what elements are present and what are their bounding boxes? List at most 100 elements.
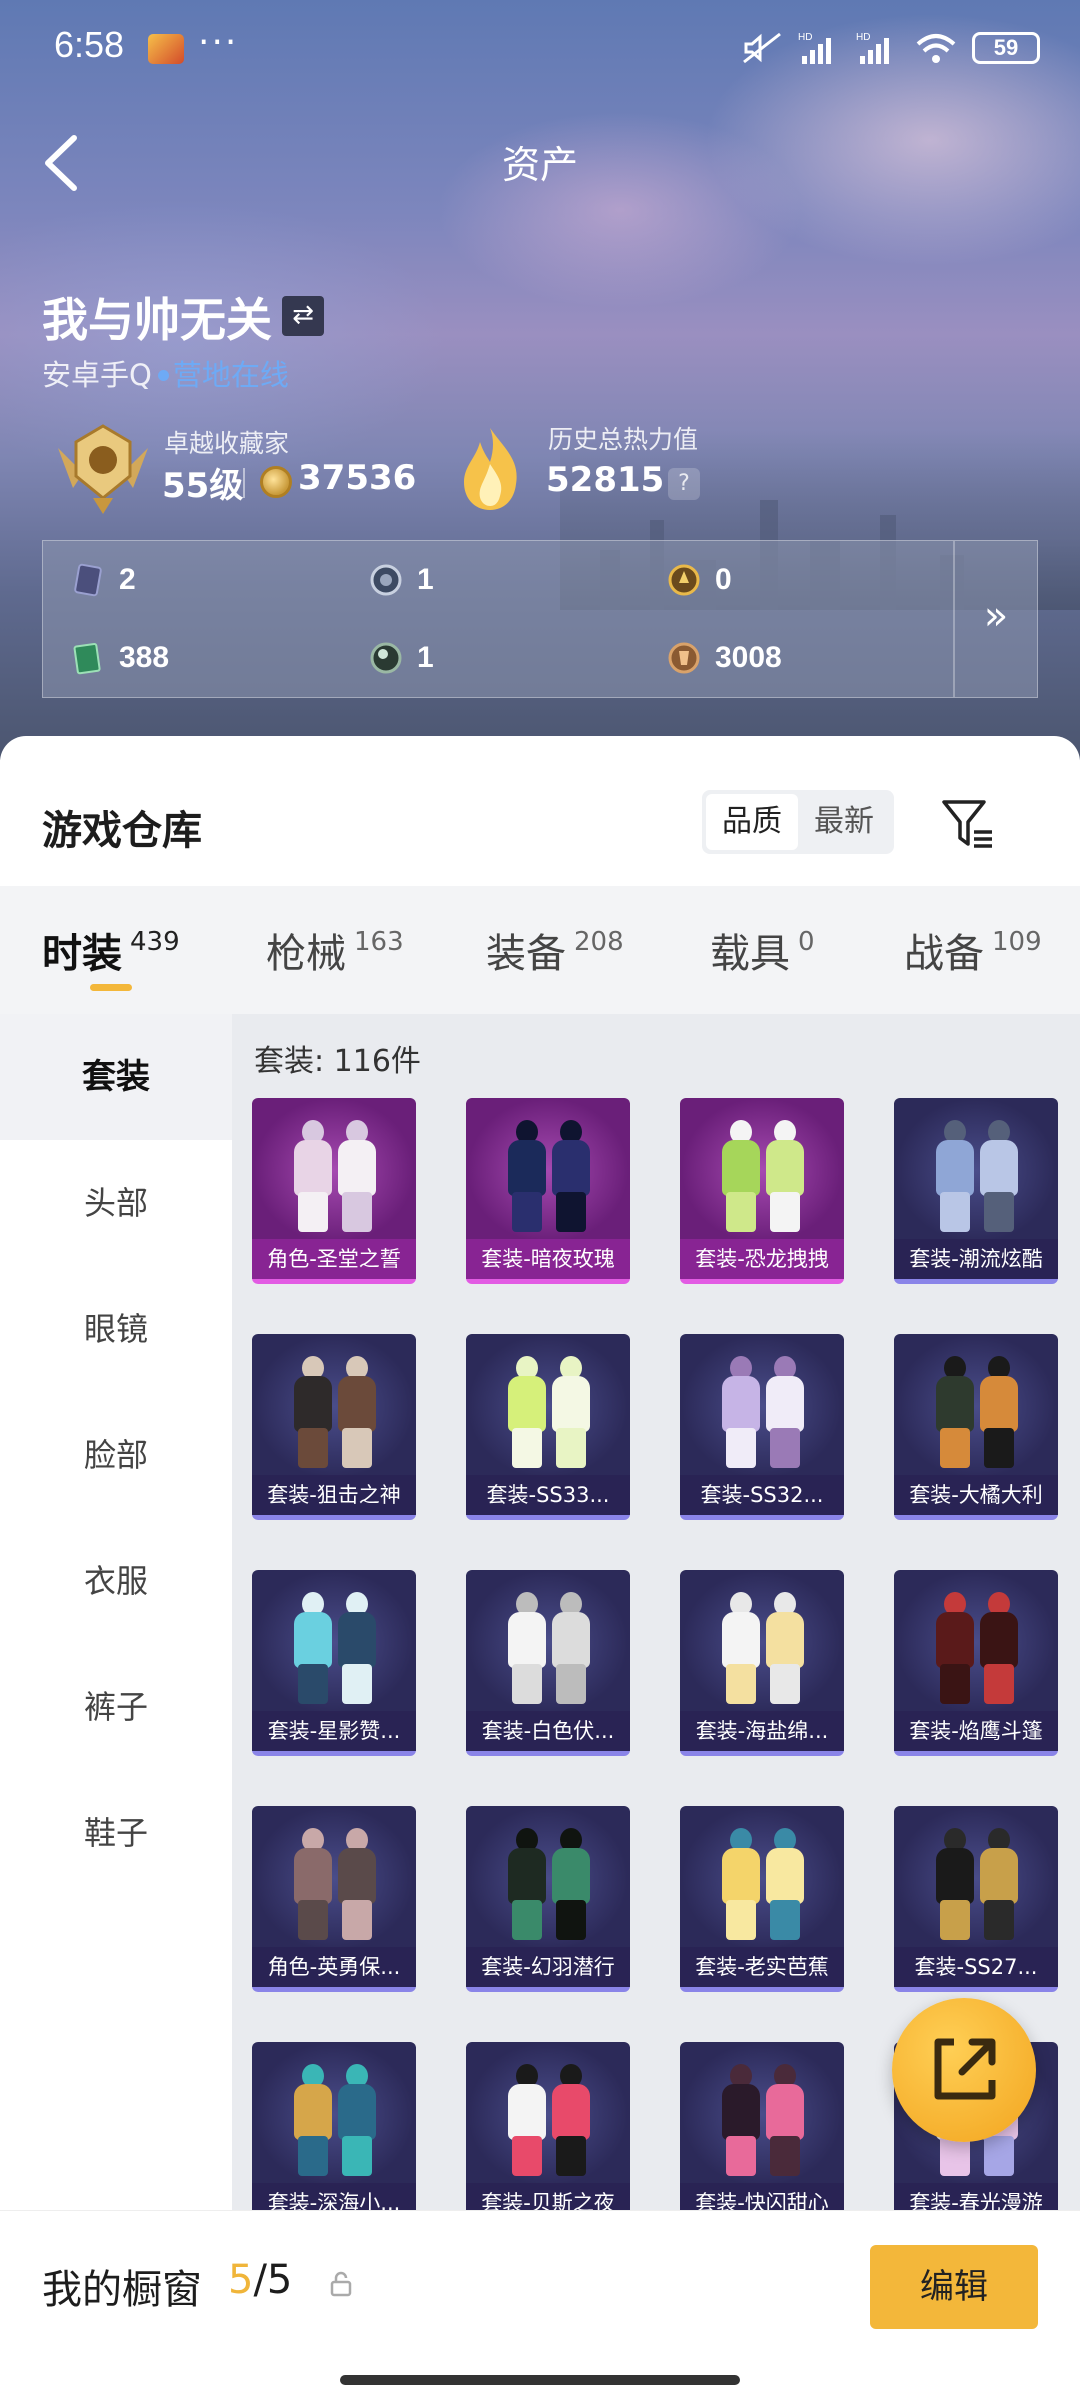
item-label: 套装-幻羽潜行 (466, 1947, 630, 1987)
item-label: 套装-大橘大利 (894, 1475, 1058, 1515)
item-label: 套装-SS32... (680, 1475, 844, 1515)
item-card[interactable]: 套装-潮流炫酷 (894, 1098, 1058, 1284)
status-bar: 6:58 ··· HD HD 59 (0, 0, 1080, 100)
item-label: 套装-潮流炫酷 (894, 1239, 1058, 1279)
lock-icon (330, 2271, 352, 2297)
item-label: 套装-焰鹰斗篷 (894, 1711, 1058, 1751)
subcategory-list: 套装 头部 眼镜 脸部 衣服 裤子 鞋子 (0, 1014, 232, 2214)
subcat-suits[interactable]: 套装 (0, 1014, 232, 1140)
item-label: 套装-星影赞... (252, 1711, 416, 1751)
category-tabs: 时装 439 枪械 163 装备 208 载具 0 战备 109 (0, 886, 1080, 1014)
subcat-pants[interactable]: 裤子 (0, 1644, 232, 1770)
item-card[interactable]: 套装-深海小... (252, 2042, 416, 2214)
bronze-coin-icon (668, 642, 700, 674)
tab-fashion[interactable]: 时装 439 (42, 886, 180, 1014)
currency-panel[interactable]: 2 1 0 388 1 3008 » (42, 540, 1038, 698)
tab-vehicles[interactable]: 载具 0 (710, 886, 815, 1014)
platform-label: 安卓手Q (42, 358, 152, 392)
svg-text:HD: HD (856, 32, 870, 43)
item-card[interactable]: 套装-海盐绵... (680, 1570, 844, 1756)
item-label: 套装-白色伏... (466, 1711, 630, 1751)
subcat-face[interactable]: 脸部 (0, 1392, 232, 1518)
currency-item: 388 (71, 641, 169, 675)
item-card[interactable]: 套装-狙击之神 (252, 1334, 416, 1520)
item-label: 套装-狙击之神 (252, 1475, 416, 1515)
signal-icon-2: HD (856, 32, 889, 64)
item-card[interactable]: 角色-英勇保... (252, 1806, 416, 1992)
platform-status: 安卓手Q 营地在线 (42, 352, 289, 394)
wifi-icon (916, 34, 956, 63)
switch-account-icon[interactable]: ⇄ (282, 296, 324, 336)
ticket-icon (73, 642, 101, 675)
item-card[interactable]: 套装-幻羽潜行 (466, 1806, 630, 1992)
tab-firearms[interactable]: 枪械 163 (266, 886, 404, 1014)
item-card[interactable]: 套装-恐龙拽拽 (680, 1098, 844, 1284)
collector-points: 37536 (298, 458, 417, 498)
heat-value: 52815 (546, 460, 665, 500)
online-status: 营地在线 (172, 358, 289, 392)
collector-level: 55级 (162, 466, 244, 506)
currency-more-button[interactable]: » (953, 541, 1037, 697)
sort-toggle: 品质 最新 (702, 790, 894, 854)
item-card[interactable]: 角色-圣堂之誓 (252, 1098, 416, 1284)
currency-item: 3008 (667, 641, 782, 675)
flame-icon (464, 428, 517, 510)
item-card[interactable]: 套装-白色伏... (466, 1570, 630, 1756)
item-card[interactable]: 套装-SS32... (680, 1334, 844, 1520)
subcat-head[interactable]: 头部 (0, 1140, 232, 1266)
item-card[interactable]: 套装-暗夜玫瑰 (466, 1098, 630, 1284)
subcat-glasses[interactable]: 眼镜 (0, 1266, 232, 1392)
online-dot-icon (157, 369, 169, 381)
mute-icon (743, 32, 781, 64)
svg-text:HD: HD (798, 32, 812, 43)
currency-item: 1 (369, 563, 434, 597)
signal-icon: HD (798, 32, 831, 64)
collection-coin-icon (260, 466, 292, 498)
item-card[interactable]: 套装-SS27... (894, 1806, 1058, 1992)
item-card[interactable]: 套装-快闪甜心 (680, 2042, 844, 2214)
item-count: 套装: 116件 (254, 1044, 421, 1079)
filter-icon[interactable] (940, 796, 996, 852)
tab-supplies[interactable]: 战备 109 (904, 886, 1042, 1014)
currency-item: 1 (369, 641, 434, 675)
showcase-count: 5/5 (228, 2257, 293, 2303)
item-card[interactable]: 套装-SS33... (466, 1334, 630, 1520)
item-card[interactable]: 套装-贝斯之夜 (466, 2042, 630, 2214)
card-icon (74, 563, 102, 597)
item-label: 套装-海盐绵... (680, 1711, 844, 1751)
showcase-title: 我的橱窗 (42, 2267, 202, 2313)
heat-label: 历史总热力值 (548, 425, 699, 454)
item-card[interactable]: 套装-焰鹰斗篷 (894, 1570, 1058, 1756)
more-notifications-icon: ··· (198, 22, 239, 63)
item-card[interactable]: 套装-大橘大利 (894, 1334, 1058, 1520)
home-indicator (340, 2375, 740, 2385)
subcat-clothes[interactable]: 衣服 (0, 1518, 232, 1644)
game-app-icon (148, 34, 184, 64)
item-label: 角色-圣堂之誓 (252, 1239, 416, 1279)
gold-token-icon (668, 564, 700, 596)
collector-medal-icon[interactable] (48, 418, 158, 518)
item-label: 套装-暗夜玫瑰 (466, 1239, 630, 1279)
sort-quality[interactable]: 品质 (706, 794, 798, 850)
item-label: 角色-英勇保... (252, 1947, 416, 1987)
showcase-bar: 我的橱窗 5/5 编辑 (0, 2210, 1080, 2400)
orb-icon (370, 642, 402, 674)
tab-equipment[interactable]: 装备 208 (486, 886, 624, 1014)
warehouse-title: 游戏仓库 (42, 808, 202, 854)
item-label: 套装-恐龙拽拽 (680, 1239, 844, 1279)
currency-item: 0 (667, 563, 732, 597)
item-label: 套装-老实芭蕉 (680, 1947, 844, 1987)
edit-showcase-button[interactable]: 编辑 (870, 2245, 1038, 2329)
share-icon (934, 2038, 996, 2100)
divider (243, 468, 245, 498)
subcat-shoes[interactable]: 鞋子 (0, 1770, 232, 1896)
sort-newest[interactable]: 最新 (798, 794, 890, 850)
token-icon (370, 564, 402, 596)
currency-item: 2 (71, 563, 136, 597)
item-card[interactable]: 套装-老实芭蕉 (680, 1806, 844, 1992)
share-button[interactable] (892, 1998, 1036, 2142)
status-time: 6:58 (54, 24, 125, 65)
item-card[interactable]: 套装-星影赞... (252, 1570, 416, 1756)
collector-label: 卓越收藏家 (164, 429, 290, 458)
help-icon[interactable]: ? (668, 468, 700, 500)
